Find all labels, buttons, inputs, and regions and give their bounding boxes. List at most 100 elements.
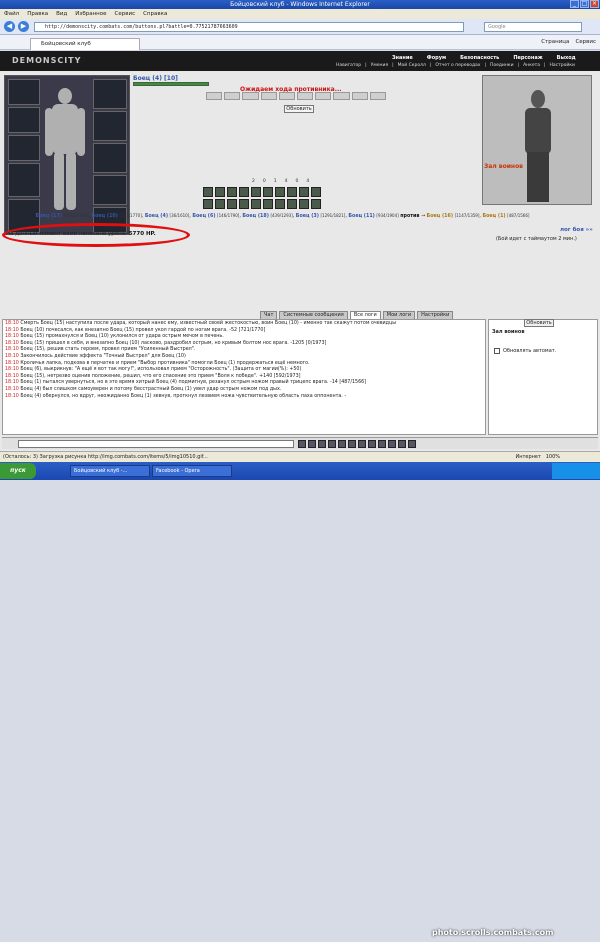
watermark: photo.scrolls.combats.com xyxy=(432,928,554,937)
tab-fight-club[interactable]: Бойцовский клуб xyxy=(30,38,140,50)
chat-tool-icon[interactable] xyxy=(398,440,406,448)
skill-icon[interactable] xyxy=(263,187,273,197)
log-line: 18:10 Боец (6), выкрикнув: "А ещё я вот … xyxy=(5,367,302,373)
ring-slot[interactable] xyxy=(93,79,127,109)
menu-file[interactable]: Файл xyxy=(4,9,19,19)
chat-tool-icon[interactable] xyxy=(378,440,386,448)
minimize-icon[interactable]: _ xyxy=(570,0,579,8)
chat-tool-icon[interactable] xyxy=(408,440,416,448)
log-line: 18:10 Боец (15) промахнулся и Боец (10) … xyxy=(5,334,224,340)
team-left-1[interactable]: Боец (10) xyxy=(91,214,118,219)
update-button[interactable]: Обновить xyxy=(524,319,554,327)
log-line: 18:10 Боец (4) был слишком самоуверен и … xyxy=(5,386,282,392)
site-nav-secondary: Навигатор | Умения | Мой Скролл | Отчет о п… xyxy=(336,63,575,68)
nav-exit[interactable]: Выход xyxy=(557,55,576,61)
skill-icon[interactable] xyxy=(275,199,285,209)
menu-help[interactable]: Справка xyxy=(143,9,167,19)
team-left-4[interactable]: Боец (18) xyxy=(242,214,269,219)
room-title: Зал воинов xyxy=(492,329,525,335)
skill-icon[interactable] xyxy=(299,187,309,197)
back-icon[interactable]: ◀ xyxy=(4,21,15,32)
skill-icon[interactable] xyxy=(263,199,273,209)
skill-icon[interactable] xyxy=(203,187,213,197)
team-right-0[interactable]: Боец (16) xyxy=(427,214,454,219)
skill-icon[interactable] xyxy=(227,187,237,197)
skill-icon[interactable] xyxy=(227,199,237,209)
counter-5: 0 xyxy=(295,179,299,184)
chat-tool-icon[interactable] xyxy=(308,440,316,448)
nav2-scroll[interactable]: Мой Скролл xyxy=(398,63,426,68)
skill-icon[interactable] xyxy=(239,187,249,197)
enemy-figure xyxy=(521,90,555,202)
armor-slot[interactable] xyxy=(8,163,40,197)
taskbar: пуск Бойцовский клуб -... Facebook - Ope… xyxy=(0,462,600,937)
auto-update-checkbox[interactable] xyxy=(494,348,500,354)
legs-slot[interactable] xyxy=(93,175,127,205)
chat-input[interactable] xyxy=(18,440,294,448)
skill-icon[interactable] xyxy=(275,187,285,197)
menu-view[interactable]: Вид xyxy=(56,9,67,19)
helmet-slot[interactable] xyxy=(8,79,40,105)
skill-icon[interactable] xyxy=(239,199,249,209)
chat-tool-icon[interactable] xyxy=(298,440,306,448)
team-left-5[interactable]: Боец (3) xyxy=(296,214,319,219)
skill-icon[interactable] xyxy=(287,187,297,197)
nav2-skills[interactable]: Умения xyxy=(371,63,388,68)
chat-tool-icon[interactable] xyxy=(318,440,326,448)
enemy-portrait xyxy=(482,75,592,205)
nav-character[interactable]: Персонаж xyxy=(513,55,542,61)
skill-icon[interactable] xyxy=(311,199,321,209)
window-title-bar: Бойцовский клуб - Windows Internet Explo… xyxy=(0,0,600,9)
nav2-fights[interactable]: Поединки xyxy=(490,63,514,68)
close-icon[interactable]: × xyxy=(590,0,599,8)
tools-menu[interactable]: Сервис xyxy=(575,39,596,45)
team-left-2[interactable]: Боец (4) xyxy=(145,214,168,219)
skill-icon[interactable] xyxy=(311,187,321,197)
nav2-profile[interactable]: Анкета xyxy=(523,63,540,68)
skill-icon[interactable] xyxy=(251,187,261,197)
weapon-slot[interactable] xyxy=(8,135,40,161)
shield-slot[interactable] xyxy=(93,143,127,173)
auto-update-label: Обновлять автомат. xyxy=(503,348,557,354)
taskbar-item-ie[interactable]: Бойцовский клуб -... xyxy=(70,465,150,477)
skill-icon[interactable] xyxy=(203,199,213,209)
search-input[interactable]: Google xyxy=(484,22,582,32)
gloves-slot[interactable] xyxy=(93,111,127,141)
team-left-3[interactable]: Боец (6) xyxy=(192,214,215,219)
skill-icon[interactable] xyxy=(215,187,225,197)
chat-tool-icon[interactable] xyxy=(328,440,336,448)
menu-edit[interactable]: Правка xyxy=(27,9,48,19)
chat-tool-icon[interactable] xyxy=(368,440,376,448)
menu-favorites[interactable]: Избранное xyxy=(75,9,106,19)
chat-tool-icon[interactable] xyxy=(348,440,356,448)
maximize-icon[interactable]: □ xyxy=(580,0,589,8)
menu-tools[interactable]: Сервис xyxy=(115,9,136,19)
tab-tools: Страница Сервис xyxy=(541,39,596,45)
battle-log-link[interactable]: лог боя »» xyxy=(560,227,593,233)
nav2-navigator[interactable]: Навигатор xyxy=(336,63,361,68)
skill-icon[interactable] xyxy=(251,199,261,209)
nav2-transfers[interactable]: Отчет о переводах xyxy=(435,63,480,68)
team-right-1[interactable]: Боец (1) xyxy=(482,214,505,219)
nav-forum[interactable]: Форум xyxy=(427,55,446,61)
skill-icon[interactable] xyxy=(215,199,225,209)
nav2-settings[interactable]: Настройки xyxy=(550,63,575,68)
refresh-button[interactable]: Обновить xyxy=(284,105,314,113)
start-button[interactable]: пуск xyxy=(0,463,36,479)
address-input[interactable]: http://demonscity.combats.com/buttons.pl… xyxy=(34,22,464,32)
address-bar-row: ◀ ▶ http://demonscity.combats.com/button… xyxy=(0,19,600,35)
chat-tool-icon[interactable] xyxy=(388,440,396,448)
team-left-6[interactable]: Боец (11) xyxy=(348,214,375,219)
nav-security[interactable]: Безопасность xyxy=(460,55,499,61)
team-left-0[interactable]: Боец (17) xyxy=(36,214,63,219)
nav-knowledge[interactable]: Знание xyxy=(392,55,413,61)
chat-tool-icon[interactable] xyxy=(358,440,366,448)
taskbar-item-opera[interactable]: Facebook - Opera xyxy=(152,465,232,477)
amulet-slot[interactable] xyxy=(8,107,40,133)
skill-icon[interactable] xyxy=(287,199,297,209)
page-menu[interactable]: Страница xyxy=(541,39,569,45)
equipment-panel xyxy=(4,75,130,235)
skill-icon[interactable] xyxy=(299,199,309,209)
forward-icon[interactable]: ▶ xyxy=(18,21,29,32)
chat-tool-icon[interactable] xyxy=(338,440,346,448)
